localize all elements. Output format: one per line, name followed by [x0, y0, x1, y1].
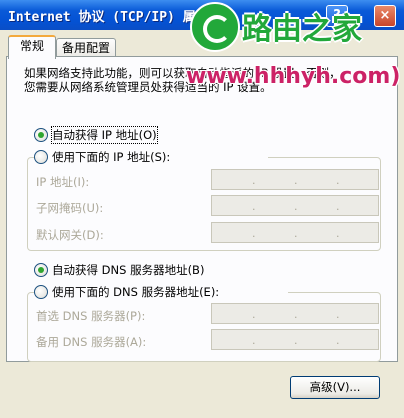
- dns-manual-label: 使用下面的 DNS 服务器地址(E):: [52, 285, 220, 299]
- default-gateway-label: 默认网关(D):: [36, 228, 104, 242]
- watermark-url: www.hhhyh.com): [186, 64, 401, 89]
- watermark-title: 路由之家: [242, 12, 362, 47]
- alternate-dns-label: 备用 DNS 服务器(A):: [36, 335, 147, 349]
- advanced-button[interactable]: 高级(V)...: [290, 376, 380, 399]
- alternate-dns-input[interactable]: ...: [211, 329, 379, 350]
- ip-address-input[interactable]: ...: [211, 169, 379, 190]
- dns-manual-option[interactable]: 使用下面的 DNS 服务器地址(E):: [34, 284, 288, 300]
- dns-auto-radio[interactable]: [34, 263, 48, 277]
- tab-general[interactable]: 常规: [8, 35, 56, 59]
- preferred-dns-label: 首选 DNS 服务器(P):: [36, 309, 146, 323]
- ip-auto-radio[interactable]: [34, 128, 48, 142]
- subnet-mask-input[interactable]: ...: [211, 195, 379, 216]
- ip-manual-radio[interactable]: [34, 150, 48, 164]
- preferred-dns-input[interactable]: ...: [211, 303, 379, 324]
- default-gateway-input[interactable]: ...: [211, 222, 379, 243]
- ip-address-label: IP 地址(I):: [36, 175, 90, 189]
- watermark-logo: 路由之家: [190, 2, 400, 52]
- window-title: Internet 协议 (TCP/IP) 属性: [8, 10, 209, 25]
- dns-manual-radio[interactable]: [34, 285, 48, 299]
- ip-manual-label: 使用下面的 IP 地址(S):: [52, 150, 171, 164]
- ip-manual-option[interactable]: 使用下面的 IP 地址(S):: [34, 149, 268, 165]
- dns-auto-label: 自动获得 DNS 服务器地址(B): [52, 263, 205, 277]
- ip-auto-label: 自动获得 IP 地址(O): [51, 126, 158, 144]
- ip-auto-option[interactable]: 自动获得 IP 地址(O): [34, 126, 234, 144]
- subnet-mask-label: 子网掩码(U):: [36, 201, 104, 215]
- watermark-logo-icon: [190, 2, 240, 52]
- dns-auto-option[interactable]: 自动获得 DNS 服务器地址(B): [34, 262, 254, 278]
- tab-alternate-configuration[interactable]: 备用配置: [56, 38, 116, 57]
